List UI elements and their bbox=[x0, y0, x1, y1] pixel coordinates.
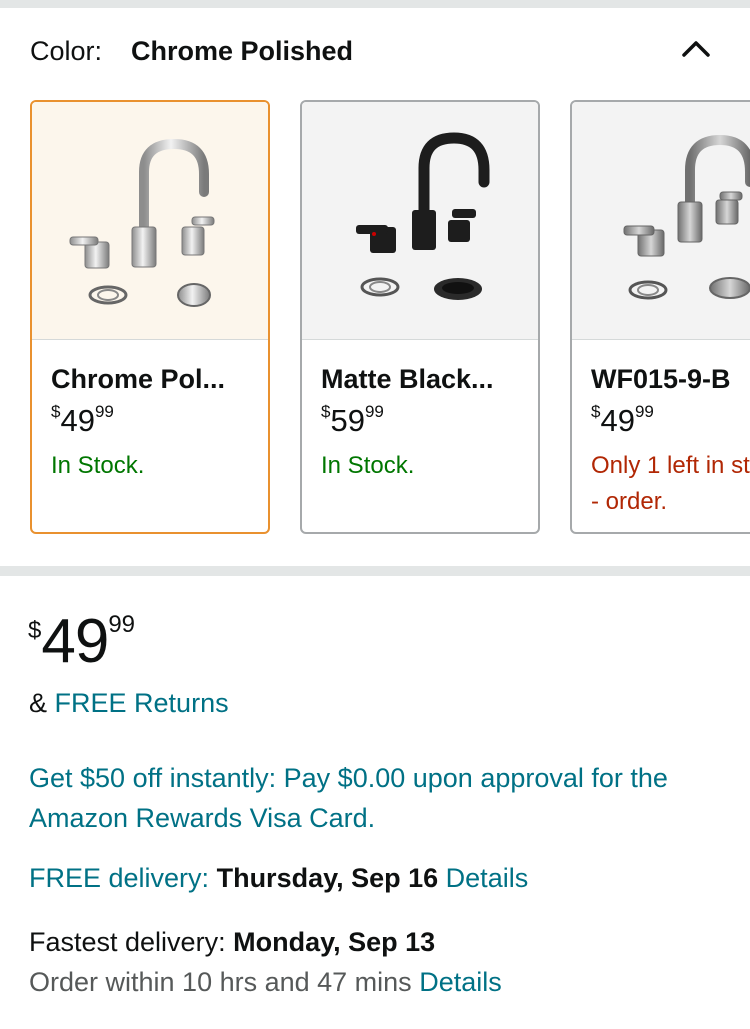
order-within-line: Order within 10 hrs and 47 mins Details bbox=[29, 967, 502, 998]
price-currency-symbol: $ bbox=[28, 617, 42, 644]
delivery-date: Thursday, Sep 16 bbox=[216, 863, 439, 893]
chevron-up-icon[interactable] bbox=[676, 30, 716, 70]
swatch-wf015-9-b[interactable]: WF015-9-B $4999 Only 1 left in stock - o… bbox=[570, 100, 750, 534]
fastest-delivery-label: Fastest delivery: bbox=[29, 927, 226, 957]
swatch-name: Matte Black... bbox=[321, 364, 494, 394]
product-image-matte-black bbox=[302, 102, 538, 340]
rewards-card-promo-link[interactable]: Get $50 off instantly: Pay $0.00 upon ap… bbox=[29, 758, 729, 838]
returns-line: & FREE Returns bbox=[29, 688, 229, 719]
product-price: $4999 bbox=[28, 606, 135, 677]
swatch-stock-status: Only 1 left in stock - order. bbox=[591, 452, 750, 515]
swatch-matte-black[interactable]: Matte Black... $5999 In Stock. bbox=[300, 100, 540, 534]
color-selected-value: Chrome Polished bbox=[131, 36, 354, 66]
product-image-brushed-nickel bbox=[572, 102, 750, 340]
color-swatch-carousel[interactable]: Chrome Pol... $4999 In Stock. Matte Blac… bbox=[0, 100, 750, 540]
free-delivery-link[interactable]: FREE delivery: bbox=[29, 863, 209, 893]
fastest-details-link[interactable]: Details bbox=[419, 967, 502, 997]
color-label: Color: bbox=[30, 36, 103, 66]
swatch-name: WF015-9-B bbox=[591, 364, 731, 394]
swatch-stock-status: In Stock. bbox=[321, 452, 415, 479]
order-within-text: Order within 10 hrs and 47 mins bbox=[29, 967, 412, 997]
fastest-delivery-line: Fastest delivery: Monday, Sep 13 bbox=[29, 927, 435, 958]
product-image-chrome bbox=[32, 102, 268, 340]
returns-prefix: & bbox=[29, 688, 48, 718]
fastest-delivery-date: Monday, Sep 13 bbox=[233, 927, 436, 957]
swatch-price: $4999 bbox=[51, 402, 114, 438]
free-delivery-line: FREE delivery: Thursday, Sep 16 Details bbox=[29, 863, 528, 894]
delivery-details-link[interactable]: Details bbox=[446, 863, 529, 893]
swatch-stock-status: In Stock. bbox=[51, 452, 145, 479]
swatch-chrome-polished[interactable]: Chrome Pol... $4999 In Stock. bbox=[30, 100, 270, 534]
price-whole: 49 bbox=[41, 607, 109, 676]
color-selector-header[interactable]: Color: Chrome Polished bbox=[0, 8, 750, 92]
swatch-price: $4999 bbox=[591, 402, 654, 438]
swatch-name: Chrome Pol... bbox=[51, 364, 226, 394]
section-divider bbox=[0, 566, 750, 576]
price-fraction: 99 bbox=[108, 611, 136, 638]
free-returns-link[interactable]: FREE Returns bbox=[55, 688, 229, 718]
top-divider bbox=[0, 0, 750, 8]
swatch-price: $5999 bbox=[321, 402, 384, 438]
